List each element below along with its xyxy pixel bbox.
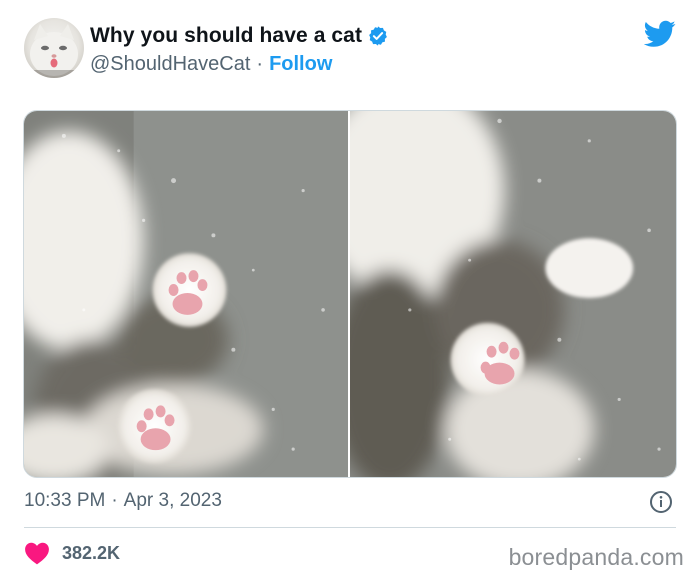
media-container <box>23 110 677 478</box>
display-name[interactable]: Why you should have a cat <box>90 24 362 48</box>
avatar[interactable] <box>24 18 84 78</box>
tweet-date[interactable]: Apr 3, 2023 <box>124 490 222 512</box>
tweet-header: Why you should have a cat @ShouldHaveCat… <box>90 22 389 78</box>
like-count: 382.2K <box>62 542 121 563</box>
tweet-photo-left[interactable] <box>24 111 348 477</box>
info-icon[interactable] <box>649 490 673 514</box>
tweet-card: Why you should have a cat @ShouldHaveCat… <box>0 0 700 581</box>
separator-dot: · <box>256 52 264 75</box>
watermark: boredpanda.com <box>508 544 684 570</box>
timestamp[interactable]: 10:33 PM · Apr 3, 2023 <box>24 488 222 514</box>
likes[interactable]: 382.2K <box>24 540 120 566</box>
follow-button[interactable]: Follow <box>269 53 332 76</box>
user-handle[interactable]: @ShouldHaveCat <box>90 53 250 76</box>
twitter-bird-icon[interactable] <box>644 20 676 48</box>
heart-icon[interactable] <box>24 541 50 565</box>
tweet-photo-right[interactable] <box>350 111 676 477</box>
divider <box>24 527 676 528</box>
verified-badge-icon <box>369 26 387 46</box>
tweet-time[interactable]: 10:33 PM <box>24 490 105 512</box>
timestamp-separator: · <box>111 490 118 511</box>
